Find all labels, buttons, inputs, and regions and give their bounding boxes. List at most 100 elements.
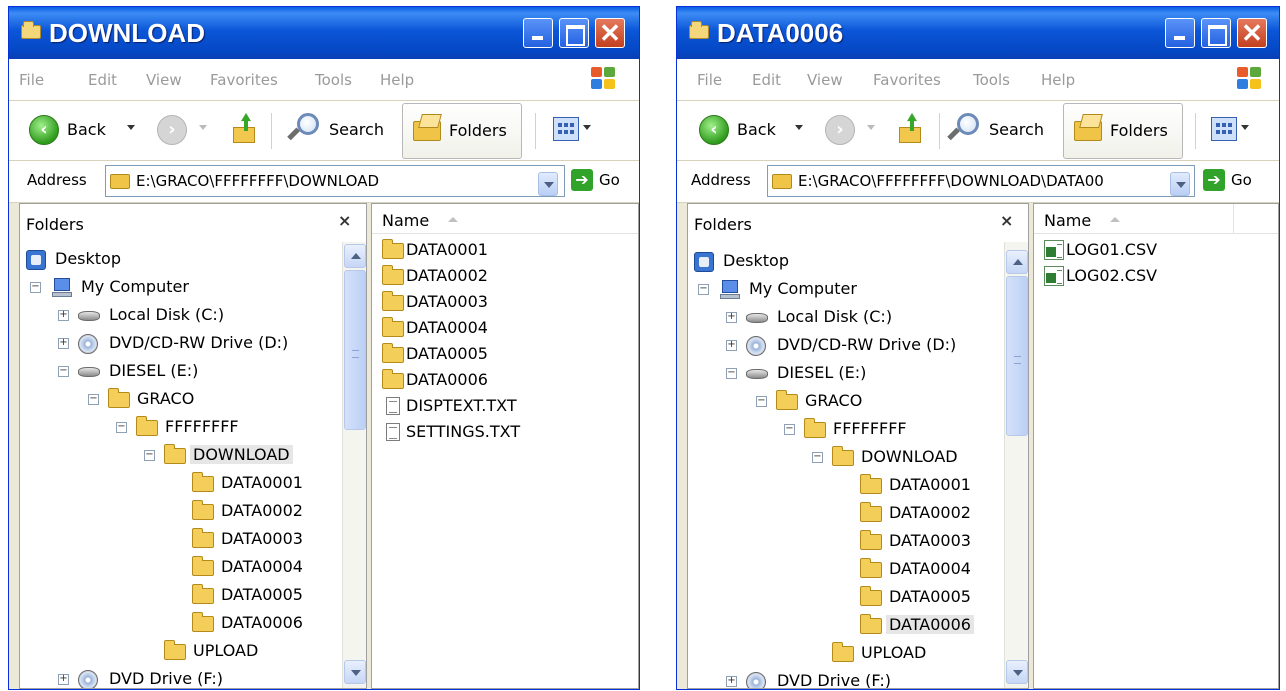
expand-icon[interactable]: + <box>58 310 69 321</box>
collapse-icon[interactable]: − <box>726 368 737 379</box>
search-button[interactable]: Search <box>989 120 1044 139</box>
sort-ascending-icon <box>448 217 458 222</box>
tree-item-label: My Computer <box>749 279 857 298</box>
folders-pane-header: Folders × <box>20 204 366 240</box>
search-button[interactable]: Search <box>329 120 384 139</box>
expand-icon[interactable]: + <box>726 340 737 351</box>
toolbar: ‹ Back › Search Folders <box>677 101 1279 161</box>
menu-view[interactable]: View <box>146 71 182 89</box>
menu-view[interactable]: View <box>807 71 843 89</box>
forward-dropdown-icon[interactable] <box>199 125 207 130</box>
vertical-scrollbar[interactable] <box>1004 242 1028 688</box>
address-dropdown-icon[interactable] <box>1170 172 1190 196</box>
scroll-down-icon[interactable] <box>1006 660 1028 684</box>
back-dropdown-icon[interactable] <box>127 125 135 130</box>
close-pane-icon[interactable]: × <box>1000 211 1013 230</box>
menu-file[interactable]: File <box>19 71 44 89</box>
collapse-icon[interactable]: − <box>784 424 795 435</box>
maximize-button[interactable] <box>559 18 589 48</box>
collapse-icon[interactable]: − <box>698 284 709 295</box>
collapse-icon[interactable]: − <box>30 282 41 293</box>
menu-favorites[interactable]: Favorites <box>873 71 941 89</box>
folder-icon <box>382 317 404 337</box>
expand-icon[interactable]: + <box>726 312 737 323</box>
menu-favorites[interactable]: Favorites <box>210 71 278 89</box>
minimize-button[interactable] <box>1165 18 1195 48</box>
go-arrow-icon[interactable]: ➔ <box>1203 169 1225 191</box>
close-pane-icon[interactable]: × <box>338 211 351 230</box>
menu-help[interactable]: Help <box>1041 71 1075 89</box>
folders-button-label: Folders <box>1110 121 1168 140</box>
back-button[interactable]: Back <box>737 120 776 139</box>
vertical-scrollbar[interactable] <box>342 242 366 688</box>
forward-arrow-icon[interactable]: › <box>825 115 855 145</box>
up-folder-icon[interactable] <box>899 113 925 143</box>
tree-item-label: DVD/CD-RW Drive (D:) <box>777 335 957 354</box>
folder-icon <box>192 556 214 576</box>
folders-button[interactable]: Folders <box>1063 103 1183 159</box>
menu-edit[interactable]: Edit <box>88 71 117 89</box>
search-icon[interactable] <box>287 113 319 143</box>
dvd-icon <box>78 670 98 688</box>
go-button[interactable]: Go <box>599 171 620 189</box>
computer-icon <box>720 280 740 300</box>
menu-tools[interactable]: Tools <box>315 71 352 89</box>
folders-icon <box>1074 121 1102 141</box>
views-dropdown-icon[interactable] <box>1241 125 1249 130</box>
address-input[interactable]: E:\GRACO\FFFFFFFF\DOWNLOAD\DATA00 <box>767 165 1195 197</box>
tree-item-label: My Computer <box>81 277 189 296</box>
folder-icon <box>382 343 404 363</box>
tree-item-label: DOWNLOAD <box>190 445 293 464</box>
folders-button[interactable]: Folders <box>402 103 522 159</box>
views-icon[interactable] <box>1211 117 1237 141</box>
go-button[interactable]: Go <box>1231 171 1252 189</box>
back-arrow-icon[interactable]: ‹ <box>29 115 59 145</box>
back-arrow-icon[interactable]: ‹ <box>699 115 729 145</box>
close-icon: ✕ <box>599 18 621 48</box>
menu-edit[interactable]: Edit <box>752 71 781 89</box>
scroll-up-icon[interactable] <box>344 244 366 268</box>
collapse-icon[interactable]: − <box>144 450 155 461</box>
collapse-icon[interactable]: − <box>812 452 823 463</box>
go-arrow-icon[interactable]: ➔ <box>571 169 593 191</box>
scroll-thumb[interactable] <box>1006 276 1028 436</box>
address-input[interactable]: E:\GRACO\FFFFFFFF\DOWNLOAD <box>105 165 565 197</box>
scroll-thumb[interactable] <box>344 270 366 430</box>
file-item-label: DATA0005 <box>406 344 488 363</box>
forward-arrow-icon[interactable]: › <box>157 115 187 145</box>
search-icon[interactable] <box>947 113 979 143</box>
up-folder-icon[interactable] <box>233 113 259 143</box>
name-column-header[interactable]: Name <box>372 204 638 234</box>
maximize-button[interactable] <box>1201 18 1231 48</box>
folder-icon <box>382 265 404 285</box>
close-button[interactable]: ✕ <box>1237 18 1267 48</box>
disk-icon <box>746 369 768 379</box>
tree-item-label: DVD Drive (F:) <box>777 671 891 689</box>
tree-item-label: DATA0005 <box>221 585 303 604</box>
address-dropdown-icon[interactable] <box>538 172 558 196</box>
collapse-icon[interactable]: − <box>116 422 127 433</box>
views-icon[interactable] <box>553 117 579 141</box>
views-dropdown-icon[interactable] <box>583 125 591 130</box>
expand-icon[interactable]: + <box>58 674 69 685</box>
collapse-icon[interactable]: − <box>756 396 767 407</box>
collapse-icon[interactable]: − <box>88 394 99 405</box>
collapse-icon[interactable]: − <box>58 366 69 377</box>
title-bar[interactable]: DATA0006 ✕ <box>677 7 1279 59</box>
back-dropdown-icon[interactable] <box>795 125 803 130</box>
expand-icon[interactable]: + <box>726 676 737 687</box>
title-bar[interactable]: DOWNLOAD ✕ <box>9 7 639 59</box>
file-item-label: LOG01.CSV <box>1066 240 1158 259</box>
close-button[interactable]: ✕ <box>595 18 625 48</box>
name-column-header[interactable]: Name <box>1034 204 1234 234</box>
scroll-up-icon[interactable] <box>1006 250 1028 274</box>
forward-dropdown-icon[interactable] <box>867 125 875 130</box>
menu-help[interactable]: Help <box>380 71 414 89</box>
minimize-button[interactable] <box>523 18 553 48</box>
scroll-down-icon[interactable] <box>344 660 366 684</box>
menu-tools[interactable]: Tools <box>973 71 1010 89</box>
window-title: DATA0006 <box>717 18 844 48</box>
menu-file[interactable]: File <box>697 71 722 89</box>
expand-icon[interactable]: + <box>58 338 69 349</box>
back-button[interactable]: Back <box>67 120 106 139</box>
